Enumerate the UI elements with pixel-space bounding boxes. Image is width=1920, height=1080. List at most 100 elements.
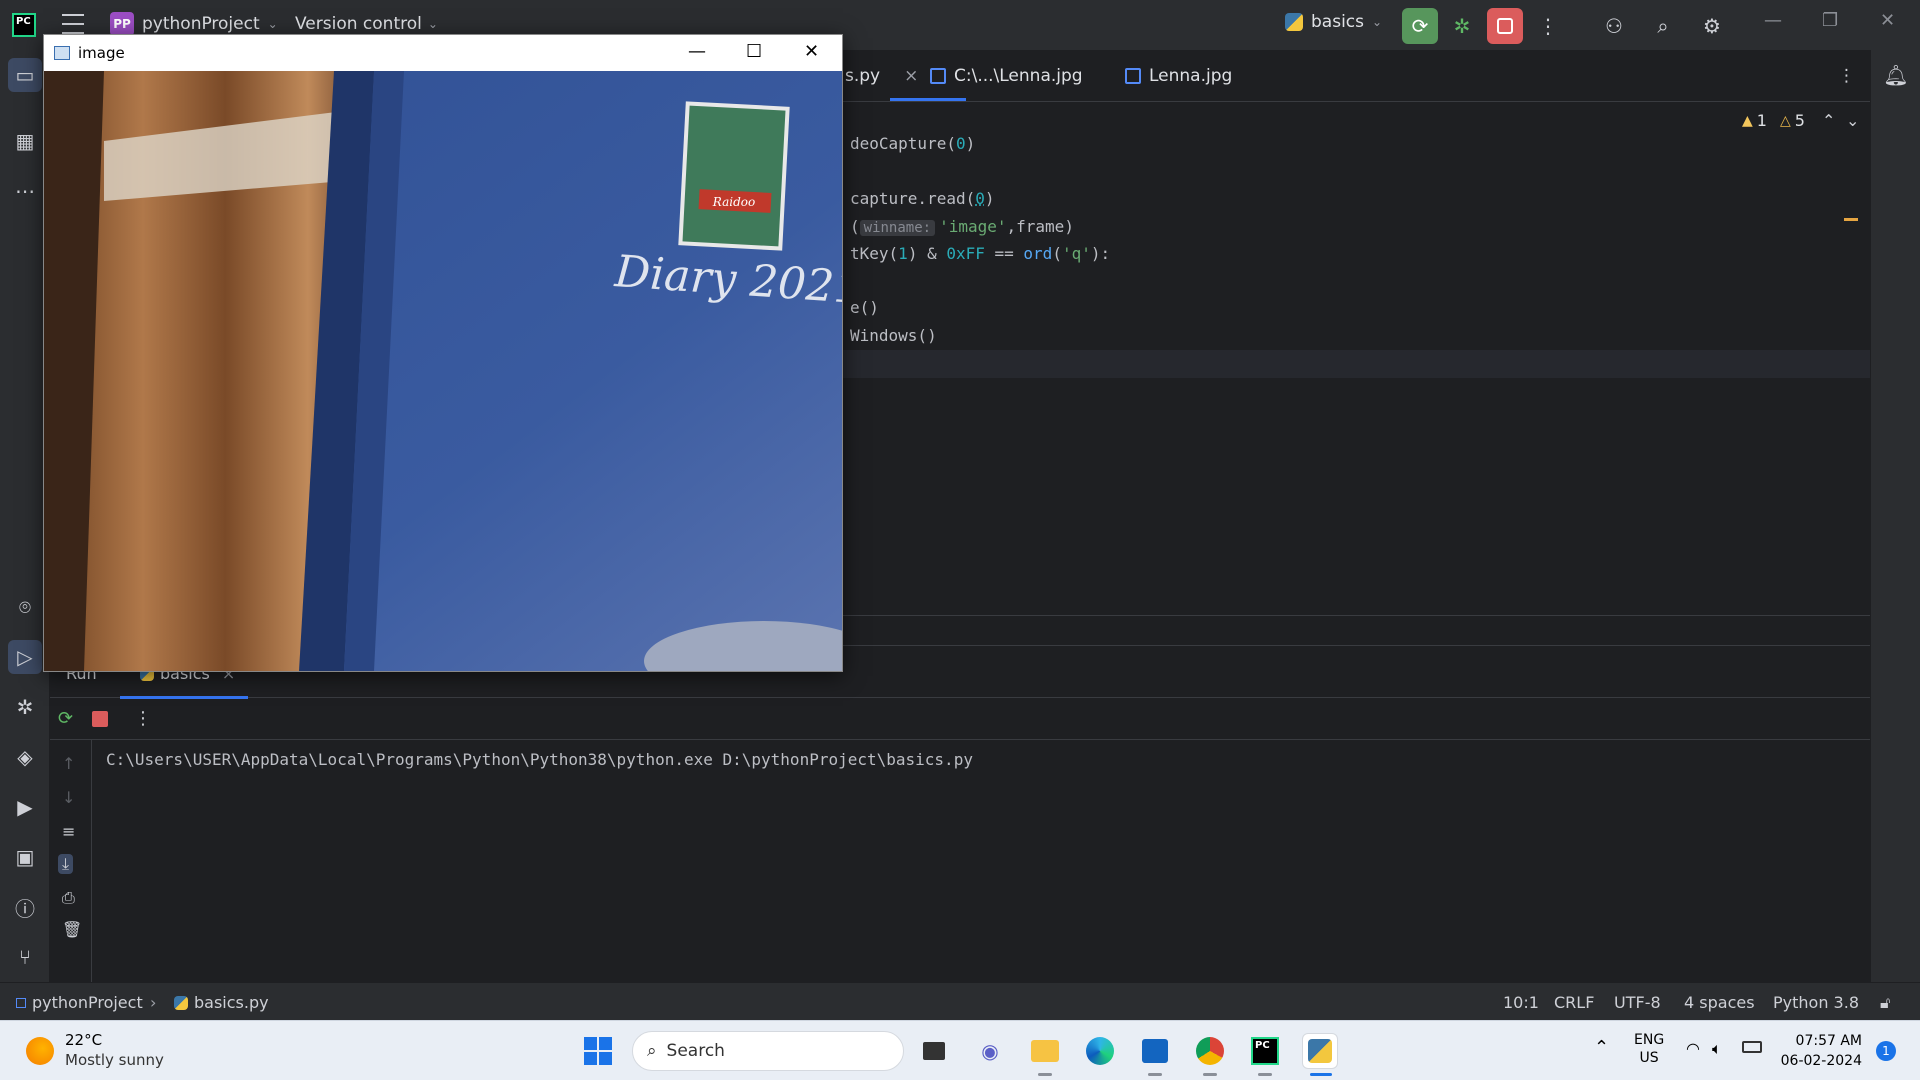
code-line-3: (winname:'image',frame) xyxy=(850,217,1074,236)
tabs-more-icon[interactable]: ⋮ xyxy=(1838,66,1855,86)
right-tool-strip: 🔔︎ xyxy=(1870,50,1920,982)
wifi-icon[interactable]: ◠ xyxy=(1686,1039,1700,1058)
debug-tool-icon[interactable]: ✲ xyxy=(12,694,38,720)
more-tools-icon[interactable]: ⋯ xyxy=(12,178,38,204)
window-titlebar[interactable]: image — ☐ ✕ xyxy=(44,35,842,71)
python-app-icon[interactable] xyxy=(1302,1033,1338,1069)
window-app-icon xyxy=(54,46,70,60)
next-highlight-icon[interactable]: ⌄ xyxy=(1846,111,1859,130)
problems-icon[interactable]: ⓘ xyxy=(12,894,38,921)
opencv-image-window[interactable]: image — ☐ ✕ Raidoo Diary 2021 xyxy=(43,34,843,672)
taskbar-search[interactable]: ⌕ Search xyxy=(632,1031,904,1071)
warning-marker[interactable] xyxy=(1844,218,1858,221)
pycharm-logo-icon: PC xyxy=(12,13,36,37)
code-line-6: Windows() xyxy=(850,326,937,345)
debug-icon[interactable]: ✲ xyxy=(1444,8,1480,44)
breadcrumb-file-label: basics.py xyxy=(194,993,269,1012)
warning-count[interactable]: ▲ 1 xyxy=(1742,111,1767,130)
search-icon[interactable]: ⌕ xyxy=(1645,8,1681,44)
stop-button[interactable] xyxy=(1487,8,1523,44)
version-control-label: Version control xyxy=(295,14,422,34)
line-separator[interactable]: CRLF xyxy=(1554,993,1594,1012)
python-interpreter[interactable]: Python 3.8 xyxy=(1773,993,1859,1012)
lock-icon[interactable]: 🔓︎ xyxy=(1880,993,1890,1013)
main-menu-icon[interactable] xyxy=(62,14,84,34)
code-text: e() xyxy=(850,298,879,317)
clock[interactable]: 07:57 AM 06-02-2024 xyxy=(1778,1031,1862,1071)
terminal-icon[interactable]: ▣ xyxy=(12,844,38,870)
minimize-icon[interactable]: — xyxy=(1764,10,1782,31)
python-icon xyxy=(174,995,188,1010)
minimize-icon[interactable]: — xyxy=(688,41,706,62)
tab-lenna-path[interactable]: C:\...\Lenna.jpg xyxy=(930,66,1083,86)
volume-icon[interactable]: 🔈︎ xyxy=(1712,1039,1722,1059)
caret-position[interactable]: 10:1 xyxy=(1503,993,1539,1012)
down-arrow-icon[interactable]: ↓ xyxy=(62,788,75,807)
tab-lenna[interactable]: Lenna.jpg xyxy=(1125,66,1232,86)
show-hidden-icons-chevron[interactable]: ⌃ xyxy=(1594,1037,1609,1058)
console-output[interactable]: C:\Users\USER\AppData\Local\Programs\Pyt… xyxy=(106,750,973,769)
input-language[interactable]: ENG US xyxy=(1634,1031,1664,1067)
indent-setting[interactable]: 4 spaces xyxy=(1684,993,1755,1012)
app-running-indicator xyxy=(1203,1073,1217,1076)
microsoft-store-icon[interactable] xyxy=(1137,1033,1173,1069)
more-icon[interactable]: ⋮ xyxy=(134,708,152,729)
chat-icon[interactable]: ◉ xyxy=(972,1033,1008,1069)
project-switcher[interactable]: PP pythonProject ⌄ xyxy=(110,12,278,36)
pycharm-taskbar-icon[interactable]: PC xyxy=(1247,1033,1283,1069)
warning-count-1: 1 xyxy=(1756,111,1767,130)
code-text: ) & xyxy=(907,244,947,263)
run-config-selector[interactable]: basics ⌄ xyxy=(1285,12,1382,32)
clock-time: 07:57 AM xyxy=(1795,1033,1862,1049)
file-encoding[interactable]: UTF-8 xyxy=(1614,993,1661,1012)
weather-sun-icon[interactable] xyxy=(26,1037,54,1065)
search-icon: ⌕ xyxy=(647,1041,657,1061)
project-folder-icon[interactable]: ▭ xyxy=(8,58,42,92)
rerun-icon[interactable]: ⟳ xyxy=(1402,8,1438,44)
chrome-icon[interactable] xyxy=(1192,1033,1228,1069)
code-text: ( xyxy=(1052,244,1062,263)
python-console-icon[interactable]: ⌾ xyxy=(12,594,38,620)
task-view-icon[interactable] xyxy=(916,1033,952,1069)
restore-icon[interactable]: ❐ xyxy=(1822,10,1838,31)
notifications-bell-icon[interactable]: 🔔︎ xyxy=(1883,62,1909,88)
tab-basics-py[interactable]: s.py × xyxy=(845,66,918,86)
scroll-to-end-icon[interactable]: ⤓ xyxy=(58,854,74,874)
weak-warning-count[interactable]: △ 5 xyxy=(1780,111,1805,130)
tab-close-icon[interactable]: × xyxy=(904,66,918,86)
version-control-menu[interactable]: Version control ⌄ xyxy=(295,14,438,34)
stop-icon[interactable] xyxy=(92,711,108,727)
code-text: == xyxy=(984,244,1024,263)
close-icon[interactable]: ✕ xyxy=(1880,10,1895,31)
settings-gear-icon[interactable]: ⚙ xyxy=(1694,8,1730,44)
prev-highlight-icon[interactable]: ⌃ xyxy=(1822,111,1835,130)
rerun-icon[interactable]: ⟳ xyxy=(58,708,73,729)
trash-icon[interactable]: 🗑︎ xyxy=(62,920,82,939)
breadcrumb-separator-icon: › xyxy=(150,993,157,1012)
battery-icon[interactable] xyxy=(1742,1041,1762,1053)
python-packages-icon[interactable]: ◈ xyxy=(12,744,38,770)
windows-start-icon[interactable] xyxy=(580,1033,616,1069)
notification-badge[interactable]: 1 xyxy=(1876,1041,1896,1061)
close-icon[interactable]: ✕ xyxy=(804,41,819,62)
structure-icon[interactable]: ▦ xyxy=(12,128,38,154)
run-tool-icon[interactable]: ▷ xyxy=(8,640,42,674)
lang-region: US xyxy=(1639,1050,1659,1066)
services-icon[interactable]: ▶ xyxy=(12,794,38,820)
code-line-5: e() xyxy=(850,298,879,317)
edge-browser-icon[interactable] xyxy=(1082,1033,1118,1069)
file-explorer-icon[interactable] xyxy=(1027,1033,1063,1069)
weather-condition[interactable]: Mostly sunny xyxy=(65,1051,164,1069)
more-actions-icon[interactable]: ⋮ xyxy=(1530,8,1566,44)
python-icon xyxy=(1285,13,1303,31)
git-icon[interactable]: ⑂ xyxy=(12,944,38,970)
maximize-icon[interactable]: ☐ xyxy=(746,41,762,62)
add-user-icon[interactable]: ⚇ xyxy=(1596,8,1632,44)
weather-temperature[interactable]: 22°C xyxy=(65,1031,102,1049)
breadcrumb-file[interactable]: basics.py xyxy=(174,993,269,1012)
soft-wrap-icon[interactable]: ≡ xyxy=(62,822,75,841)
breadcrumb-project[interactable]: pythonProject xyxy=(16,993,143,1012)
up-arrow-icon[interactable]: ↑ xyxy=(62,754,75,773)
print-icon[interactable]: ⎙ xyxy=(62,888,75,908)
chevron-down-icon: ⌄ xyxy=(267,17,278,31)
